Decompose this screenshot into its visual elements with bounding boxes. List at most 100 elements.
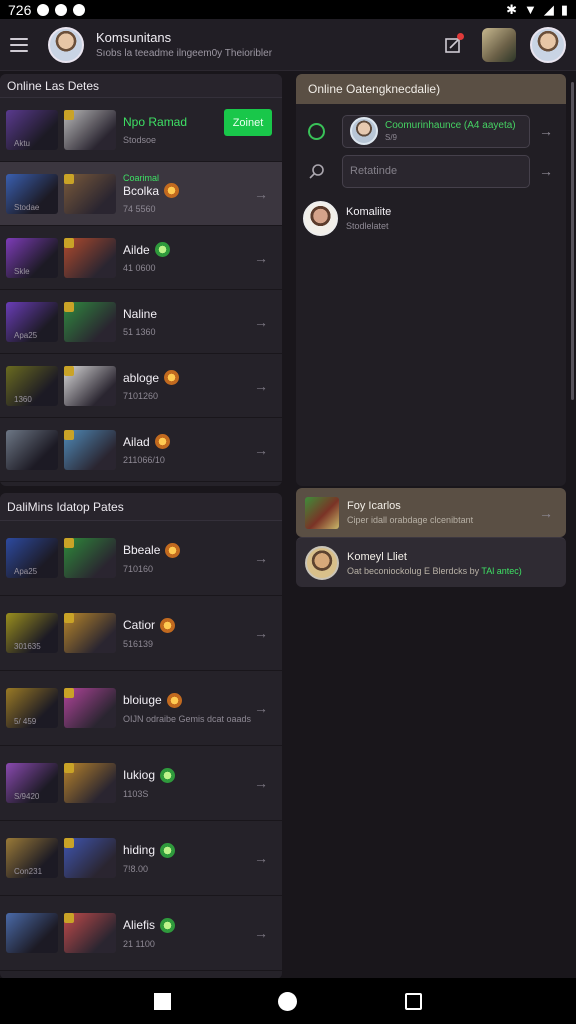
rank-icon	[160, 842, 176, 858]
list-item[interactable]: Apa25 Naline 51 1360 →	[0, 290, 282, 354]
connection-field[interactable]: Coomurinhaunce (A4 aayeta) S/9	[342, 114, 530, 148]
clock: 726	[8, 1, 32, 18]
recents-button[interactable]	[405, 992, 423, 1010]
notification-icon	[37, 3, 50, 16]
notification-badge	[457, 32, 464, 40]
panel-title: DaliMins Idatop Pates	[0, 493, 282, 521]
arrow-right-icon[interactable]: →	[539, 163, 553, 179]
arrow-right-icon[interactable]: →	[254, 250, 268, 266]
edit-button[interactable]	[438, 30, 468, 60]
hero-thumbnail: 5/ 459	[6, 688, 58, 728]
row-number: 516139	[123, 638, 154, 649]
search-icon	[309, 164, 324, 179]
list-item[interactable]: Ailad 211066/10 →	[0, 418, 282, 482]
list-item[interactable]: Aktu Npo Ramad Stodsoe Zoinet	[0, 98, 282, 162]
tier-badge-icon	[64, 838, 74, 848]
row-number: 21 1100	[123, 938, 155, 949]
profile-avatar[interactable]	[48, 26, 84, 63]
battery-icon: ▮	[560, 1, 568, 17]
list-item[interactable]: Aliefis 21 1100 →	[0, 896, 282, 971]
arrow-right-icon[interactable]: →	[539, 505, 553, 521]
rank-icon	[160, 767, 176, 783]
arrow-right-icon[interactable]: →	[254, 700, 268, 716]
search-row[interactable]: Retatinde →	[296, 151, 566, 191]
tier-badge-icon	[64, 763, 74, 773]
game-card[interactable]: Foy Icarlos Ciper idall orabdage clcenib…	[296, 488, 566, 537]
row-name: abloge	[123, 370, 160, 385]
join-button[interactable]: Zoinet	[224, 109, 272, 136]
tier-badge-icon	[64, 173, 74, 184]
row-extra: Coarimal	[123, 173, 160, 183]
row-number: 211066/10	[123, 455, 165, 465]
hero-thumbnail: 1360	[6, 365, 58, 406]
rank-icon	[160, 617, 176, 633]
row-tag: 1360	[14, 394, 32, 404]
hero-thumbnail	[6, 913, 58, 953]
connection-sub: S/9	[385, 133, 398, 142]
list-item[interactable]: 1360 abloge 7101260 →	[0, 354, 282, 418]
list-item[interactable]: 5/ 459 bloiuge OIJN odraibe Gemis dcat o…	[0, 671, 282, 746]
arrow-right-icon[interactable]: →	[254, 442, 268, 458]
row-number: 51 1360	[123, 326, 156, 337]
row-name: Bbeale	[123, 543, 161, 557]
signal-icon: ◢	[543, 1, 554, 17]
home-button[interactable]	[278, 991, 298, 1011]
hero-thumbnail	[6, 429, 58, 470]
hero-thumbnail	[64, 538, 116, 578]
tier-badge-icon	[64, 365, 74, 376]
hero-thumbnail: Apa25	[6, 538, 58, 578]
row-number: Stodsoe	[123, 134, 157, 145]
list-item[interactable]: Apa25 Bbeale 710160 →	[0, 521, 282, 596]
user-avatar	[303, 201, 338, 236]
online-list-panel: Online Las Detes Aktu Npo Ramad Stodsoe …	[0, 74, 282, 486]
arrow-right-icon[interactable]: →	[539, 123, 553, 139]
hero-thumbnail: 301635	[6, 613, 58, 653]
card-title: Foy Icarlos	[347, 500, 401, 512]
list-item[interactable]: Skle Ailde 41 0600 →	[0, 226, 282, 290]
row-name: bloiuge	[123, 693, 162, 707]
navigation-bar	[0, 978, 576, 1024]
hero-thumbnail: Aktu	[6, 109, 58, 150]
arrow-right-icon[interactable]: →	[254, 925, 268, 941]
rank-icon	[154, 434, 170, 449]
user-avatar[interactable]	[530, 26, 566, 63]
list-item[interactable]: 301635 Catior 516139 →	[0, 596, 282, 671]
row-name: Ailad	[123, 434, 150, 449]
search-input[interactable]: Retatinde	[342, 154, 530, 188]
sync-icon	[55, 3, 68, 16]
row-number: 7!8.00	[123, 863, 149, 874]
contact-avatar	[350, 117, 378, 145]
arrow-right-icon[interactable]: →	[254, 775, 268, 791]
hero-thumbnail	[64, 173, 116, 214]
arrow-right-icon[interactable]: →	[254, 550, 268, 566]
arrow-right-icon[interactable]: →	[254, 850, 268, 866]
arrow-right-icon[interactable]: →	[254, 186, 268, 202]
hero-avatar[interactable]	[482, 27, 516, 62]
contact-card[interactable]: Komeyl Lliet Oat beconiockolug E Blerdck…	[296, 537, 566, 587]
app-title: Komsunitans	[96, 30, 172, 45]
row-number: OIJN odraibe Gemis dcat oaads	[123, 713, 252, 724]
back-button[interactable]	[153, 992, 171, 1010]
menu-icon[interactable]	[10, 37, 28, 52]
hero-thumbnail: Apa25	[6, 301, 58, 342]
arrow-right-icon[interactable]: →	[254, 378, 268, 394]
hero-thumbnail	[64, 237, 116, 278]
list-item[interactable]: Stodae Coarimal Bcolka 74 5560 →	[0, 162, 282, 226]
app-bar: Komsunitans Sıobs la teeadme ilngeem0y T…	[0, 19, 576, 71]
arrow-right-icon[interactable]: →	[254, 625, 268, 641]
tier-badge-icon	[64, 613, 74, 623]
scrollbar[interactable]	[571, 82, 574, 400]
card-title: Komeyl Lliet	[347, 550, 407, 563]
tier-badge-icon	[64, 109, 74, 120]
row-tag: Skle	[14, 266, 30, 276]
list-item[interactable]: S/9420 Iukiog 1103S →	[0, 746, 282, 821]
arrow-right-icon[interactable]: →	[254, 314, 268, 330]
list-item[interactable]: Con231 hiding 7!8.00 →	[0, 821, 282, 896]
hero-thumbnail	[64, 365, 116, 406]
online-connections-panel: Online Oatengknecdalie) Coomurinhaunce (…	[296, 74, 566, 486]
user-status: Stodlelatet	[346, 221, 389, 231]
user-name: Komaliite	[346, 206, 392, 218]
user-list-item[interactable]: Komaliite Stodlelatet	[296, 191, 566, 246]
connection-row[interactable]: Coomurinhaunce (A4 aayeta) S/9 →	[296, 111, 566, 151]
hero-thumbnail	[64, 613, 116, 653]
